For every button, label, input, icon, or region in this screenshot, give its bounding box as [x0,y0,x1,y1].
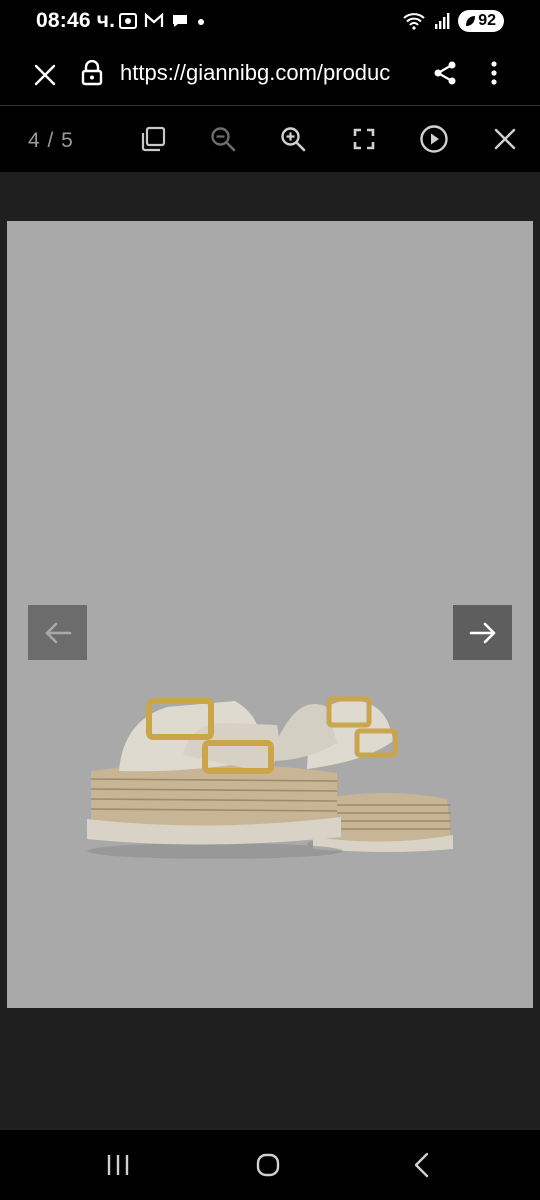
chat-icon [173,15,187,27]
share-button[interactable] [430,58,460,88]
slideshow-button[interactable] [418,123,450,155]
close-tab-button[interactable] [30,60,60,90]
url-text[interactable]: https://giannibg.com/produc [120,60,415,86]
zoom-in-button[interactable] [278,124,308,154]
recents-icon [107,1155,129,1175]
screenshot-icon [119,13,137,29]
leaf-icon [466,16,476,26]
close-viewer-button[interactable] [491,124,519,154]
previous-image-button[interactable] [28,605,87,660]
back-button[interactable] [404,1150,440,1180]
recent-apps-button[interactable] [100,1150,136,1180]
status-bar: 08:46 ч. 92 [0,0,540,42]
browser-url-bar: https://giannibg.com/produc [0,42,540,106]
thumbnails-button[interactable] [138,124,168,154]
home-icon [256,1153,280,1177]
notification-icons [118,11,206,31]
battery-level: 92 [478,12,496,29]
gmail-icon [144,12,164,27]
lock-icon [81,60,103,86]
site-security-button[interactable] [78,58,106,88]
zoom-out-icon [211,127,236,152]
fullscreen-icon [353,128,375,150]
dot-icon [198,19,204,25]
more-vertical-icon [491,61,497,85]
wifi-icon [403,13,425,30]
gallery-icon [141,126,166,152]
play-icon [420,125,448,153]
close-icon [34,64,56,86]
back-icon [414,1152,429,1178]
zoom-in-icon [281,127,306,152]
system-indicators: 92 [402,10,504,32]
share-icon [434,61,456,85]
battery-indicator: 92 [458,10,504,32]
signal-icon [435,13,450,29]
status-time: 08:46 ч. [36,9,116,32]
image-counter: 4 / 5 [28,129,74,152]
system-navigation-bar [0,1130,540,1200]
close-icon [494,128,516,150]
arrow-left-icon [45,622,71,643]
fullscreen-button[interactable] [349,124,379,154]
zoom-out-button[interactable] [208,124,238,154]
next-image-button[interactable] [453,605,512,660]
lightbox-toolbar: 4 / 5 [0,106,540,172]
browser-menu-button[interactable] [480,56,508,90]
home-button[interactable] [250,1150,286,1180]
arrow-right-icon [469,622,495,643]
